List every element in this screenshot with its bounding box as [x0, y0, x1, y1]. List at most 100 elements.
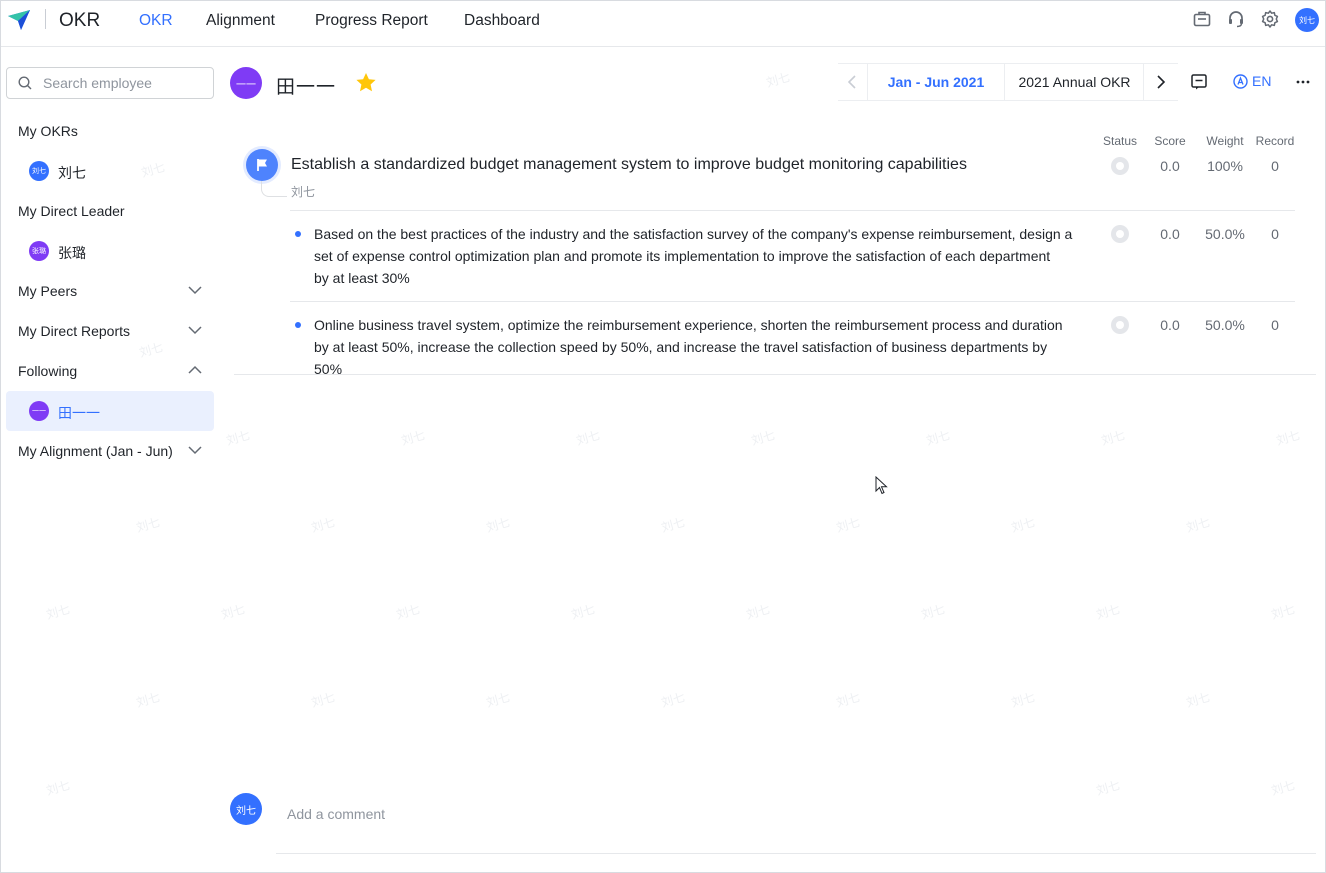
- sidebar-item-label: 刘七: [58, 165, 86, 181]
- watermark-text: 刘七: [309, 515, 337, 535]
- sidebar-section-my-alignment[interactable]: My Alignment (Jan - Jun): [6, 431, 214, 471]
- key-result-2-score[interactable]: 0.0: [1150, 317, 1190, 333]
- watermark-text: 刘七: [1269, 778, 1297, 798]
- key-result-1-weight: 50.0%: [1205, 226, 1245, 242]
- watermark-text: 刘七: [1184, 515, 1212, 535]
- watermark-text: 刘七: [44, 778, 72, 798]
- sidebar-section-label: My Direct Leader: [18, 203, 125, 219]
- column-header-status: Status: [1102, 134, 1138, 148]
- chevron-left-icon[interactable]: [838, 65, 866, 99]
- watermark-text: 刘七: [1009, 690, 1037, 710]
- chevron-down-icon[interactable]: [188, 325, 202, 335]
- sidebar-section-my-okrs[interactable]: My OKRs: [6, 111, 214, 151]
- key-result-2-weight: 50.0%: [1205, 317, 1245, 333]
- nav-tab-dashboard[interactable]: Dashboard: [464, 12, 540, 30]
- sidebar-section-direct-reports[interactable]: My Direct Reports: [6, 311, 214, 351]
- watermark-text: 刘七: [924, 428, 952, 448]
- add-comment-input[interactable]: [287, 803, 1187, 825]
- key-result-bullet: [295, 231, 301, 237]
- language-label: EN: [1252, 73, 1272, 89]
- watermark-text: 刘七: [1184, 690, 1212, 710]
- sidebar-section-label: My Direct Reports: [18, 323, 131, 339]
- search-employee-box[interactable]: [6, 67, 214, 99]
- avatar: 张璐: [29, 241, 49, 261]
- key-result-line: Based on the best practices of the indus…: [314, 226, 1073, 242]
- watermark-text: 刘七: [659, 690, 687, 710]
- watermark-text: 刘七: [309, 690, 337, 710]
- headset-icon[interactable]: [1226, 9, 1246, 29]
- watermark-text: 刘七: [574, 428, 602, 448]
- key-result-1-record[interactable]: 0: [1253, 226, 1297, 242]
- watermark-text: 刘七: [659, 515, 687, 535]
- app-title: OKR: [59, 10, 101, 31]
- gear-icon[interactable]: [1260, 9, 1280, 29]
- key-result-2-record[interactable]: 0: [1253, 317, 1297, 333]
- app-logo-icon[interactable]: [6, 7, 32, 33]
- watermark-text: 刘七: [1094, 778, 1122, 798]
- period-current[interactable]: Jan - Jun 2021: [867, 63, 1005, 101]
- watermark-text: 刘七: [1269, 602, 1297, 622]
- language-switch[interactable]: EN: [1233, 73, 1271, 89]
- nav-tab-alignment[interactable]: Alignment: [206, 12, 275, 30]
- watermark-text: 刘七: [44, 602, 72, 622]
- comment-user-avatar: 刘七: [230, 793, 262, 825]
- star-icon[interactable]: [355, 72, 377, 93]
- nav-tab-progress-report[interactable]: Progress Report: [315, 12, 428, 30]
- key-result-1-score[interactable]: 0.0: [1150, 226, 1190, 242]
- watermark-text: 刘七: [834, 690, 862, 710]
- watermark-text: 刘七: [484, 515, 512, 535]
- sidebar-item-following-person[interactable]: 一一 田一一: [6, 391, 214, 431]
- top-navigation-bar: OKR OKR Alignment Progress Report Dashbo…: [1, 1, 1325, 47]
- key-result-bullet: [295, 322, 301, 328]
- watermark-text: 刘七: [394, 602, 422, 622]
- translate-icon: [1233, 74, 1248, 89]
- sidebar-item-direct-leader-person[interactable]: 张璐 张璐: [6, 231, 214, 271]
- logo-divider: [45, 9, 46, 29]
- more-icon[interactable]: [1295, 73, 1311, 91]
- sidebar-section-label: Following: [18, 363, 78, 379]
- watermark-text: 刘七: [764, 70, 792, 90]
- objective-score[interactable]: 0.0: [1150, 158, 1190, 174]
- search-employee-input[interactable]: [43, 72, 208, 94]
- chevron-right-icon[interactable]: [1147, 65, 1175, 99]
- watermark-text: 刘七: [1099, 428, 1127, 448]
- objective-weight: 100%: [1207, 158, 1243, 174]
- period-annual[interactable]: 2021 Annual OKR: [1006, 63, 1144, 101]
- watermark-text: 刘七: [219, 602, 247, 622]
- sidebar-section-label: My Peers: [18, 283, 78, 299]
- watermark-text: 刘七: [749, 428, 777, 448]
- watermark-text: 刘七: [134, 690, 162, 710]
- objective-title[interactable]: Establish a standardized budget manageme…: [291, 156, 967, 174]
- sidebar-item-label: 张璐: [58, 245, 86, 261]
- sidebar-item-my-okrs-person[interactable]: 刘七 刘七: [6, 151, 214, 191]
- comment-icon[interactable]: [1190, 73, 1208, 91]
- key-result-2-text[interactable]: Online business travel system, optimize …: [314, 314, 1074, 380]
- key-result-line: by at least 30%: [314, 270, 410, 286]
- key-result-1-status-indicator[interactable]: [1111, 225, 1129, 243]
- watermark-text: 刘七: [1274, 428, 1302, 448]
- watermark-text: 刘七: [484, 690, 512, 710]
- nav-tab-okr[interactable]: OKR: [139, 12, 173, 30]
- objective-status-indicator[interactable]: [1111, 157, 1129, 175]
- owner-avatar[interactable]: 一一: [230, 67, 262, 99]
- sidebar-section-my-peers[interactable]: My Peers: [6, 271, 214, 311]
- objective-record[interactable]: 0: [1253, 158, 1297, 174]
- key-result-line: set of expense control optimization plan…: [314, 248, 1051, 264]
- chevron-up-icon[interactable]: [188, 365, 202, 375]
- owner-name: 田一一: [276, 77, 337, 98]
- watermark-text: 刘七: [919, 602, 947, 622]
- mouse-cursor-icon: [875, 476, 888, 495]
- watermark-text: 刘七: [834, 515, 862, 535]
- objective-flag-icon: [246, 149, 278, 181]
- watermark-text: 刘七: [744, 602, 772, 622]
- watermark-text: 刘七: [224, 428, 252, 448]
- chevron-down-icon[interactable]: [188, 285, 202, 295]
- divider: [234, 374, 1316, 375]
- sidebar-section-direct-leader[interactable]: My Direct Leader: [6, 191, 214, 231]
- sidebar-section-following[interactable]: Following: [6, 351, 214, 391]
- key-result-1-text[interactable]: Based on the best practices of the indus…: [314, 223, 1074, 289]
- user-avatar[interactable]: 刘七: [1295, 8, 1319, 32]
- briefcase-icon[interactable]: [1192, 9, 1212, 29]
- chevron-down-icon[interactable]: [188, 445, 202, 455]
- key-result-2-status-indicator[interactable]: [1111, 316, 1129, 334]
